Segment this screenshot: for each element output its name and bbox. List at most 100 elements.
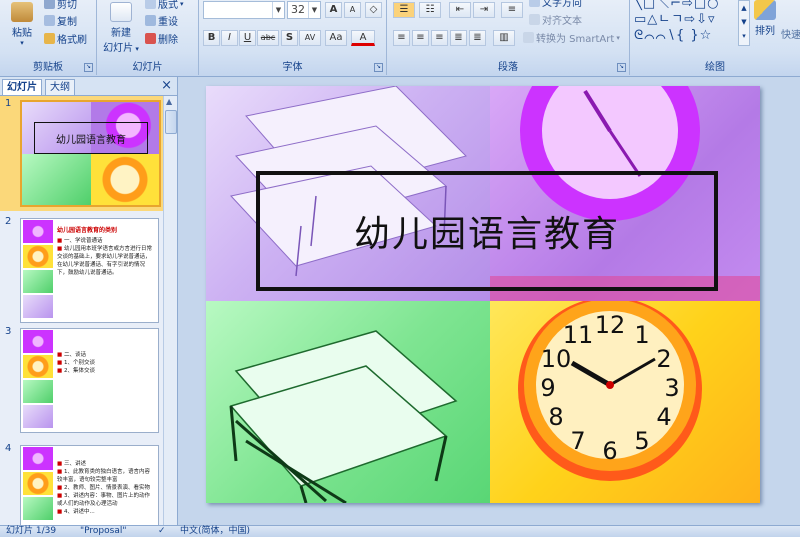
underline-button[interactable]: U	[239, 30, 256, 46]
current-slide[interactable]: 12 1 2 3 4 5 6 7 8 9 10 11 幼儿园语言教育	[206, 86, 760, 503]
increase-indent-button[interactable]: ⇥	[473, 2, 495, 18]
thumb-image	[23, 497, 53, 520]
decrease-indent-button[interactable]: ⇤	[449, 2, 471, 18]
scroll-thumb[interactable]	[165, 110, 177, 134]
paper-image-green	[206, 301, 490, 503]
italic-button[interactable]: I	[221, 30, 238, 46]
arrange-button[interactable]: 排列	[752, 0, 778, 37]
font-color-button[interactable]: A	[351, 30, 375, 46]
align-text-icon	[529, 14, 540, 25]
bullets-icon: ☰	[399, 4, 409, 15]
tab-slides[interactable]: 幻灯片	[2, 79, 42, 95]
font-size-dropdown-icon[interactable]: ▼	[308, 2, 320, 18]
cut-button[interactable]: 剪切	[44, 0, 77, 11]
font-size-combo[interactable]: 32 ▼	[287, 1, 321, 19]
spellcheck-icon[interactable]: ✓	[158, 526, 166, 537]
change-case-button[interactable]: Aa	[325, 30, 347, 46]
align-right-button[interactable]: ≡	[431, 30, 448, 46]
paste-dropdown-icon[interactable]: ▾	[5, 39, 39, 47]
new-slide-dropdown-icon[interactable]: ▾	[133, 45, 139, 53]
numbering-icon: ☷	[425, 4, 435, 15]
slides-group: 新建 幻灯片 ▾ 版式 ▾ 重设 删除 幻灯片	[97, 0, 199, 75]
svg-text:1: 1	[634, 321, 649, 349]
reset-icon	[145, 15, 156, 26]
columns-button[interactable]: ▥	[493, 30, 515, 46]
slide-2-bullets: ■ 一、学说普通话 ■ 幼儿园用本班学语言或方言进行日常交谈的基础上，要求幼儿学…	[57, 238, 152, 276]
paste-button[interactable]: 粘贴 ▾	[5, 2, 39, 47]
strikethrough-button[interactable]: abc	[257, 30, 279, 46]
bold-button[interactable]: B	[203, 30, 220, 46]
text-direction-button[interactable]: 文字方向	[529, 0, 582, 9]
delete-slide-button[interactable]: 删除	[145, 31, 178, 46]
shapes-gallery[interactable]: ╲□＼⌐⇨□○ ▭△ㄴㄱ⇨⇩▿ ᘓ⌒⌒∖{ }☆	[634, 0, 738, 46]
align-text-button[interactable]: 对齐文本	[529, 12, 582, 27]
copy-icon	[44, 15, 55, 26]
tab-outline[interactable]: 大纲	[45, 79, 75, 95]
shapes-row-1: ╲□＼⌐⇨□○	[634, 0, 720, 11]
font-name-combo[interactable]: ▼	[203, 1, 285, 19]
slide-number: 3	[5, 326, 12, 337]
drawing-group-label: 绘图	[705, 62, 725, 73]
slide-4-bullets: ■ 三、讲述 ■ 1、此教育类的独白语言，语言内容较丰富，语句较完整丰富 ■ 2…	[57, 461, 150, 515]
shadow-button[interactable]: S	[281, 30, 298, 46]
slide-thumbnail-1[interactable]: 1 幼儿园语言教育	[0, 96, 163, 211]
slide-editor: 12 1 2 3 4 5 6 7 8 9 10 11 幼儿园语言教育	[178, 77, 800, 525]
shapes-row-2: ▭△ㄴㄱ⇨⇩▿	[634, 12, 716, 27]
language-indicator[interactable]: 中文(简体，中国)	[180, 526, 250, 537]
slide-thumbnail-3[interactable]: 3 ■ 二、谈话 ■ 1、个别交谈 ■ 2、集体交谈	[0, 324, 163, 434]
line-spacing-button[interactable]: ≡	[501, 2, 523, 18]
align-left-button[interactable]: ≡	[393, 30, 410, 46]
clear-format-button[interactable]: ◇	[365, 2, 382, 18]
justify-button[interactable]: ≣	[450, 30, 467, 46]
char-spacing-button[interactable]: AV	[299, 30, 321, 46]
smartart-icon	[523, 32, 534, 43]
new-slide-button[interactable]: 新建 幻灯片 ▾	[99, 2, 143, 54]
font-group-label: 字体	[282, 62, 303, 73]
close-pane-icon[interactable]: ×	[161, 78, 172, 93]
font-name-dropdown-icon[interactable]: ▼	[272, 2, 284, 18]
clock-image-orange: 12 1 2 3 4 5 6 7 8 9 10 11	[490, 297, 760, 503]
slide-3-bullets: ■ 二、谈话 ■ 1、个别交谈 ■ 2、集体交谈	[57, 352, 95, 374]
distributed-button[interactable]: ≣	[469, 30, 486, 46]
slide-number: 4	[5, 443, 12, 454]
slides-group-label: 幻灯片	[132, 62, 163, 73]
scroll-up-icon[interactable]: ▲	[166, 97, 172, 106]
slide-2-title: 幼儿园语言教育的类别	[57, 227, 118, 234]
paper-image-green	[22, 154, 91, 205]
drawing-group: ╲□＼⌐⇨□○ ▭△ㄴㄱ⇨⇩▿ ᘓ⌒⌒∖{ }☆ ▲ ▼ ▾ 排列 快速 绘图	[630, 0, 800, 75]
thumb-image	[23, 447, 53, 470]
slide-2-preview: 幼儿园语言教育的类别 ■ 一、学说普通话 ■ 幼儿园用本班学语言或方言进行日常交…	[20, 218, 159, 323]
paper-stack-icon	[229, 330, 458, 503]
thumb-image	[23, 380, 53, 403]
numbering-button[interactable]: ☷	[419, 2, 441, 18]
slides-pane: 幻灯片 大纲 × 1 幼儿园语言教育 2 幼儿园语言教育的类别 ■ 一、学说普通…	[0, 77, 178, 525]
slide-thumbnail-4[interactable]: 4 ■ 三、讲述 ■ 1、此教育类的独白语言，语言内容较丰富，语句较完整丰富 ■…	[0, 441, 163, 525]
ribbon: 粘贴 ▾ 剪切 复制 格式刷 剪贴板 ↘ 新建 幻灯片 ▾ 版式 ▾ 重设 删除 …	[0, 0, 800, 77]
thumb-image	[23, 245, 53, 268]
brush-icon	[44, 33, 55, 44]
quick-styles-button[interactable]: 快速	[780, 26, 800, 41]
grow-font-button[interactable]: A	[325, 2, 342, 18]
slide-title[interactable]: 幼儿园语言教育	[354, 205, 620, 257]
slide-thumbnail-2[interactable]: 2 幼儿园语言教育的类别 ■ 一、学说普通话 ■ 幼儿园用本班学语言或方言进行日…	[0, 214, 163, 324]
shrink-font-button[interactable]: A	[344, 2, 361, 18]
slide-counter: 幻灯片 1/39	[6, 526, 57, 536]
shapes-scroll[interactable]: ▲ ▼ ▾	[738, 0, 750, 46]
reset-button[interactable]: 重设	[145, 13, 178, 28]
indent-icon: ⇥	[479, 4, 489, 15]
bullets-button[interactable]: ☰	[393, 2, 415, 18]
slide-title-box[interactable]: 幼儿园语言教育	[256, 171, 718, 291]
font-group: ▼ 32 ▼ A A ◇ B I U abc S AV Aa A 字体 ↘	[199, 0, 387, 75]
align-center-button[interactable]: ≡	[412, 30, 429, 46]
paragraph-launcher-icon[interactable]: ↘	[617, 63, 626, 72]
copy-button[interactable]: 复制	[44, 13, 77, 28]
clipboard-launcher-icon[interactable]: ↘	[84, 63, 93, 72]
smartart-button[interactable]: 转换为 SmartArt ▾	[523, 30, 620, 45]
svg-text:5: 5	[634, 427, 649, 455]
format-painter-button[interactable]: 格式刷	[44, 31, 87, 46]
thumbnail-scrollbar[interactable]: ▲	[163, 96, 177, 525]
font-launcher-icon[interactable]: ↘	[374, 63, 383, 72]
layout-button[interactable]: 版式 ▾	[145, 0, 184, 11]
svg-text:9: 9	[540, 374, 555, 402]
eraser-icon: ◇	[369, 4, 378, 15]
